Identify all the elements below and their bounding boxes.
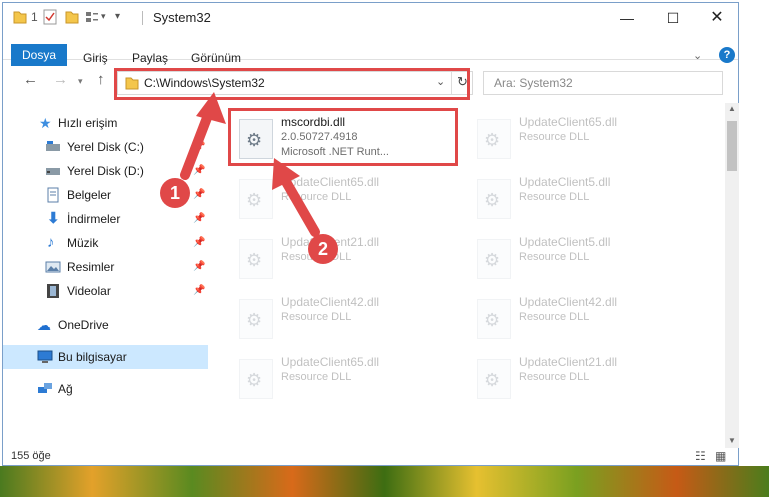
annotation-arrows: [180, 92, 320, 237]
arrow-to-file: [272, 158, 320, 237]
step-1-badge: 1: [160, 178, 190, 208]
step-2-badge: 2: [308, 234, 338, 264]
arrow-to-address-bar: [180, 92, 226, 180]
